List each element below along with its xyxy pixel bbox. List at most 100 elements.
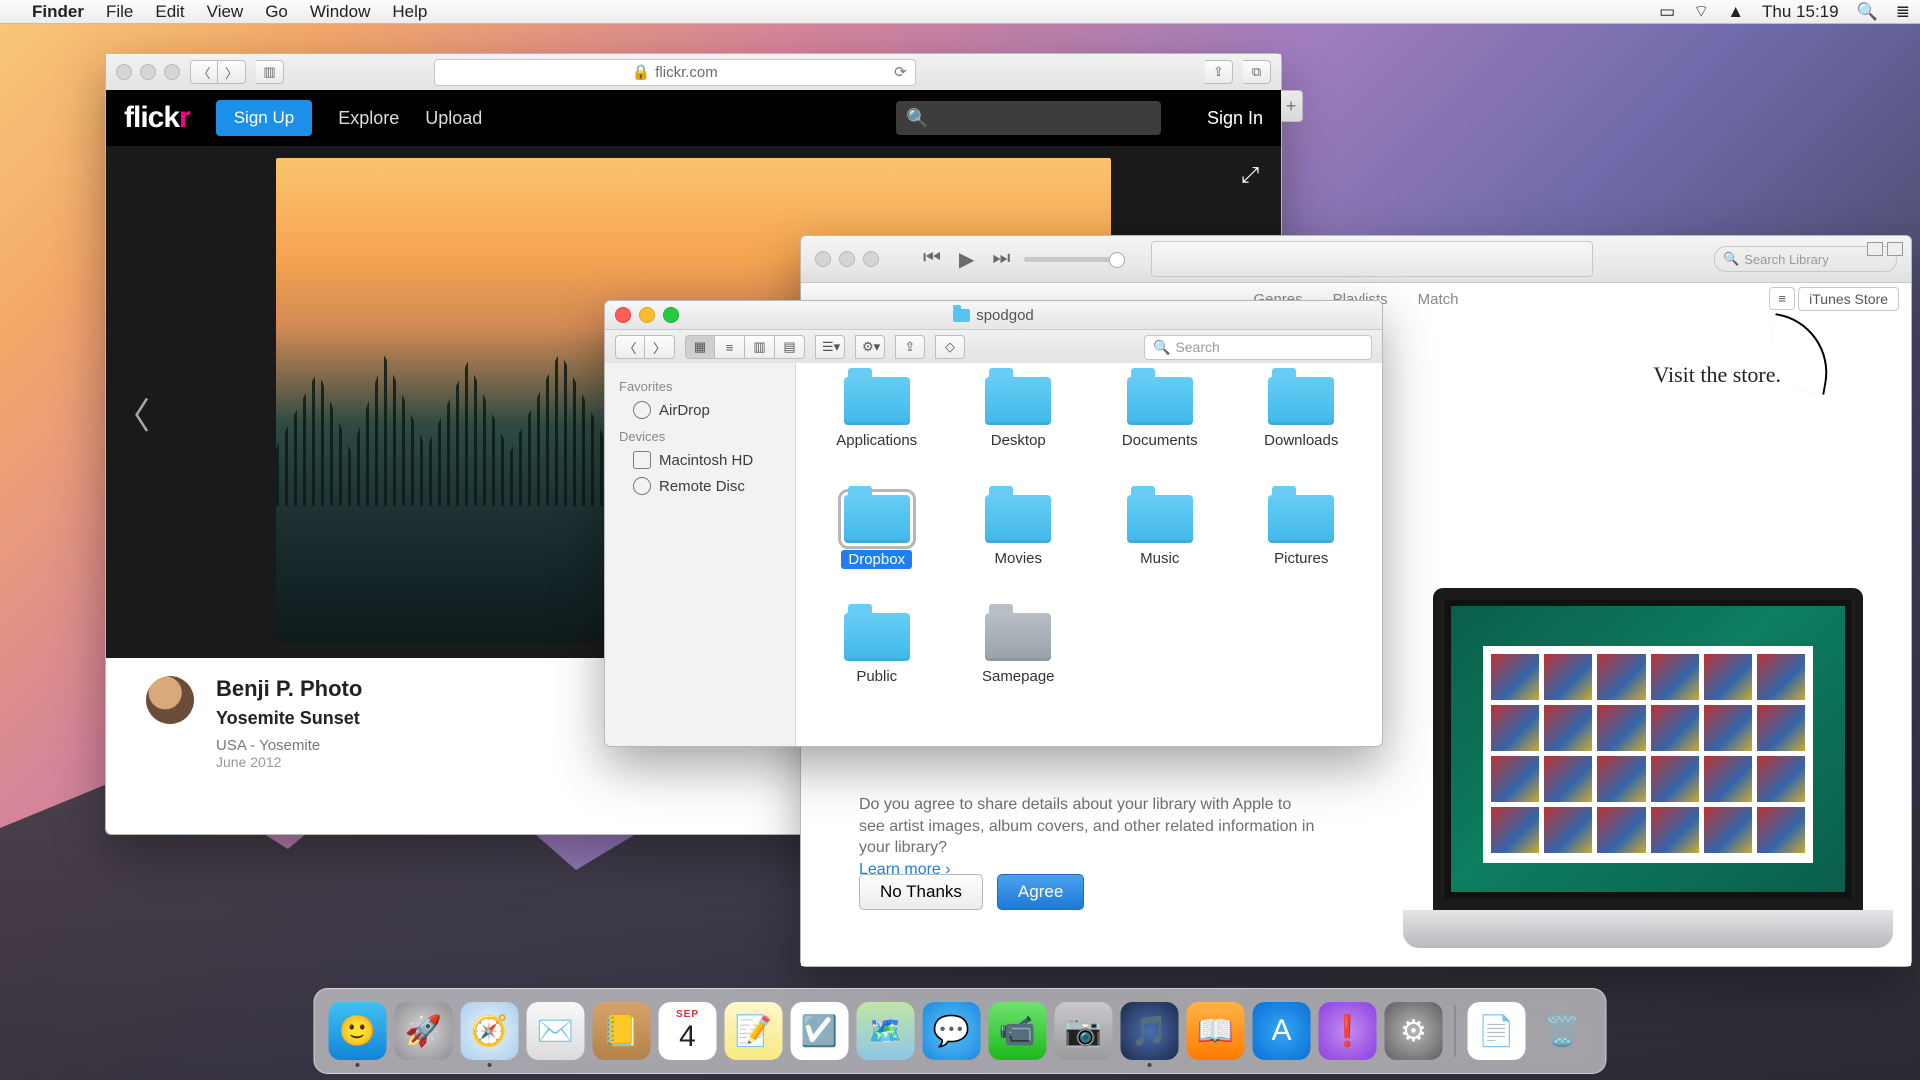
dock-trash-icon[interactable]: 🗑️	[1534, 1002, 1592, 1060]
menu-file[interactable]: File	[106, 2, 133, 22]
dock-notes-icon[interactable]: 📝	[725, 1002, 783, 1060]
finder-titlebar[interactable]: spodgod	[605, 301, 1382, 330]
finder-tags-button[interactable]: ◇	[935, 335, 965, 359]
flickr-signup-button[interactable]: Sign Up	[216, 100, 312, 136]
folder-movies[interactable]: Movies	[985, 495, 1051, 613]
dock-ibooks-icon[interactable]: 📖	[1187, 1002, 1245, 1060]
safari-back-button[interactable]: 〈	[190, 60, 218, 84]
finder-close-button[interactable]	[615, 307, 631, 323]
folder-music[interactable]: Music	[1127, 495, 1193, 613]
airplay-icon[interactable]: ▭	[1659, 2, 1675, 22]
wifi-icon[interactable]: ⌔	[1693, 1, 1709, 22]
menubar-app-name[interactable]: Finder	[32, 2, 84, 22]
menu-view[interactable]: View	[207, 2, 244, 22]
folder-downloads[interactable]: Downloads	[1264, 377, 1338, 495]
volume-icon[interactable]: ▲	[1727, 2, 1744, 22]
sidebar-item-macintosh-hd[interactable]: Macintosh HD	[605, 447, 795, 473]
itunes-miniplayer-button[interactable]	[1867, 242, 1883, 256]
dock-preferences-icon[interactable]: ⚙︎	[1385, 1002, 1443, 1060]
flickr-logo[interactable]: flickr	[124, 101, 190, 135]
folder-public[interactable]: Public	[844, 613, 910, 731]
notification-center-icon[interactable]: ≣	[1896, 2, 1910, 22]
folder-documents[interactable]: Documents	[1122, 377, 1198, 495]
safari-zoom-button[interactable]	[164, 64, 180, 80]
menu-go[interactable]: Go	[265, 2, 288, 22]
itunes-close-button[interactable]	[815, 251, 831, 267]
finder-view-list-button[interactable]: ≡	[715, 335, 745, 359]
disc-icon	[633, 477, 651, 495]
dock-photobooth-icon[interactable]: 📷	[1055, 1002, 1113, 1060]
finder-forward-button[interactable]: 〉	[645, 335, 675, 359]
folder-pictures[interactable]: Pictures	[1268, 495, 1334, 613]
finder-search-input[interactable]: 🔍 Search	[1144, 335, 1372, 360]
dock-reminders-icon[interactable]: ☑️	[791, 1002, 849, 1060]
play-icon[interactable]: ▶	[959, 247, 974, 272]
safari-close-button[interactable]	[116, 64, 132, 80]
menu-window[interactable]: Window	[310, 2, 370, 22]
finder-action-button[interactable]: ⚙▾	[855, 335, 885, 359]
volume-slider[interactable]	[1024, 257, 1119, 262]
folder-icon	[953, 309, 970, 322]
dock-contacts-icon[interactable]: 📒	[593, 1002, 651, 1060]
dock-divider	[1455, 1005, 1456, 1057]
fastforward-icon[interactable]: ⏭	[992, 247, 1010, 272]
menubar-clock[interactable]: Thu 15:19	[1762, 2, 1839, 22]
disk-icon	[633, 451, 651, 469]
dock-facetime-icon[interactable]: 📹	[989, 1002, 1047, 1060]
expand-icon[interactable]: ⤢	[1241, 162, 1259, 188]
dock-document-icon[interactable]: 📄	[1468, 1002, 1526, 1060]
folder-desktop[interactable]: Desktop	[985, 377, 1051, 495]
dock-calendar-icon[interactable]: SEP4	[659, 1002, 717, 1060]
safari-sidebar-button[interactable]: ▥	[256, 60, 284, 84]
finder-view-coverflow-button[interactable]: ▤	[775, 335, 805, 359]
folder-dropbox[interactable]: Dropbox	[841, 495, 912, 613]
prev-photo-icon[interactable]: 〈	[114, 387, 150, 439]
flickr-nav-explore[interactable]: Explore	[338, 108, 399, 129]
author-avatar[interactable]	[146, 676, 194, 724]
itunes-no-thanks-button[interactable]: No Thanks	[859, 874, 983, 910]
dock-launchpad-icon[interactable]: 🚀	[395, 1002, 453, 1060]
rewind-icon[interactable]: ⏮	[923, 247, 941, 272]
dock-mail-icon[interactable]: ✉️	[527, 1002, 585, 1060]
itunes-store-button[interactable]: iTunes Store	[1798, 287, 1899, 311]
menu-help[interactable]: Help	[392, 2, 427, 22]
dock-maps-icon[interactable]: 🗺️	[857, 1002, 915, 1060]
flickr-nav-upload[interactable]: Upload	[425, 108, 482, 129]
folder-samepage[interactable]: Samepage	[982, 613, 1055, 731]
dock-finder-icon[interactable]: 🙂	[329, 1002, 387, 1060]
photo-author[interactable]: Benji P. Photo	[216, 676, 362, 702]
safari-tabs-button[interactable]: ⧉	[1243, 60, 1271, 84]
safari-new-tab-button[interactable]: +	[1280, 90, 1303, 122]
itunes-agree-button[interactable]: Agree	[997, 874, 1084, 910]
dock: 🙂🚀🧭✉️📒SEP4📝☑️🗺️💬📹📷🎵📖A❗⚙︎ 📄🗑️	[314, 988, 1607, 1074]
menu-edit[interactable]: Edit	[155, 2, 184, 22]
safari-forward-button[interactable]: 〉	[218, 60, 246, 84]
folder-applications[interactable]: Applications	[836, 377, 917, 495]
finder-zoom-button[interactable]	[663, 307, 679, 323]
safari-share-button[interactable]: ⇪	[1205, 60, 1233, 84]
finder-arrange-button[interactable]: ☰▾	[815, 335, 845, 359]
itunes-tab-match[interactable]: Match	[1418, 291, 1459, 308]
itunes-list-button[interactable]: ≡	[1769, 287, 1795, 310]
dock-appstore-icon[interactable]: A	[1253, 1002, 1311, 1060]
flickr-search-input[interactable]: 🔍	[896, 101, 1161, 135]
dock-itunes-icon[interactable]: 🎵	[1121, 1002, 1179, 1060]
dock-feedback-icon[interactable]: ❗	[1319, 1002, 1377, 1060]
itunes-minimize-button[interactable]	[839, 251, 855, 267]
safari-address-bar[interactable]: 🔒 flickr.com ⟳	[434, 59, 916, 86]
reload-icon[interactable]: ⟳	[894, 63, 907, 81]
spotlight-icon[interactable]: 🔍	[1857, 2, 1878, 22]
flickr-signin-link[interactable]: Sign In	[1207, 108, 1263, 129]
sidebar-item-remote-disc[interactable]: Remote Disc	[605, 473, 795, 499]
finder-share-button[interactable]: ⇪	[895, 335, 925, 359]
safari-minimize-button[interactable]	[140, 64, 156, 80]
finder-minimize-button[interactable]	[639, 307, 655, 323]
dock-safari-icon[interactable]: 🧭	[461, 1002, 519, 1060]
dock-messages-icon[interactable]: 💬	[923, 1002, 981, 1060]
itunes-fullscreen-button[interactable]	[1887, 242, 1903, 256]
itunes-zoom-button[interactable]	[863, 251, 879, 267]
sidebar-item-airdrop[interactable]: AirDrop	[605, 397, 795, 423]
finder-view-icons-button[interactable]: ▦	[685, 335, 715, 359]
finder-view-columns-button[interactable]: ▥	[745, 335, 775, 359]
finder-back-button[interactable]: 〈	[615, 335, 645, 359]
